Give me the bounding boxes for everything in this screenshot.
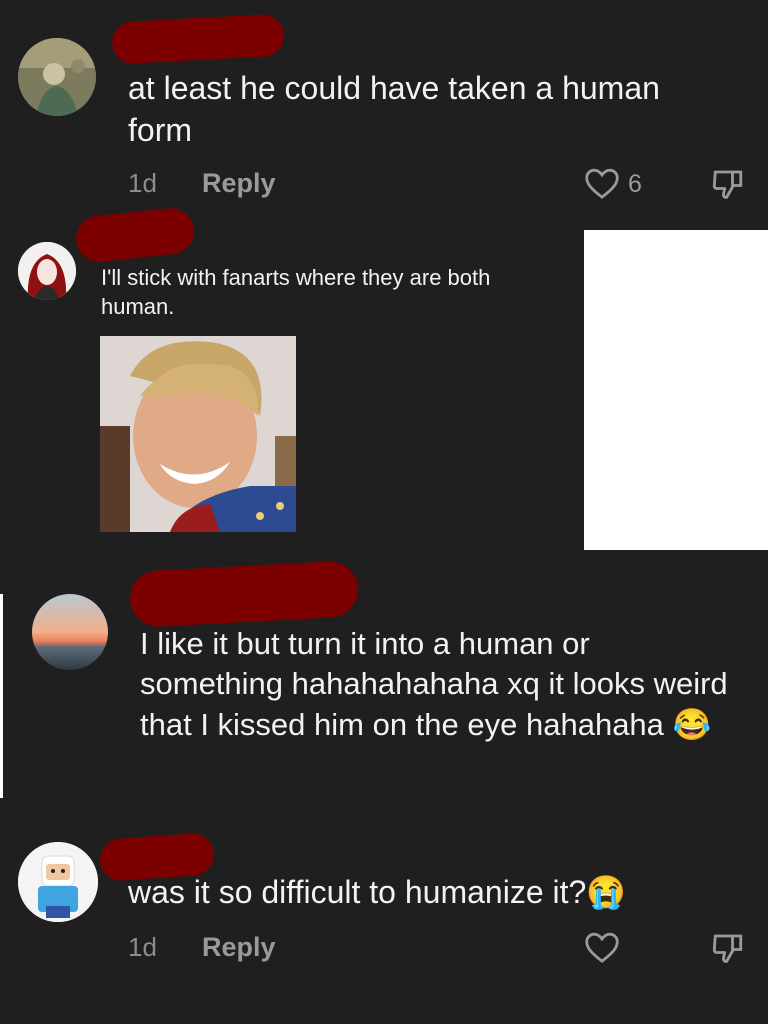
dislike-icon[interactable]	[710, 930, 746, 966]
redacted-username	[73, 205, 197, 265]
heart-icon[interactable]	[584, 932, 620, 964]
comment-text: I'll stick with fanarts where they are b…	[101, 265, 491, 319]
redacted-username	[111, 13, 285, 65]
comment-time: 1d	[128, 932, 157, 962]
dislike-icon[interactable]	[710, 166, 746, 202]
comment-text: I like it but turn it into a human or so…	[140, 626, 728, 742]
thread-indicator-line	[0, 594, 3, 798]
avatar[interactable]	[18, 38, 96, 116]
comment-text: at least he could have taken a human for…	[128, 70, 660, 148]
comment-text: was it so difficult to humanize it?😭	[128, 874, 627, 910]
reply-button[interactable]: Reply	[202, 932, 276, 963]
like-count: 6	[628, 170, 642, 198]
avatar[interactable]	[18, 242, 76, 300]
avatar[interactable]	[32, 594, 108, 670]
comment-time: 1d	[128, 168, 157, 198]
avatar[interactable]	[18, 842, 98, 922]
heart-icon[interactable]	[584, 168, 620, 200]
redacted-username	[128, 560, 360, 628]
white-overlay-panel	[584, 230, 768, 550]
comment-image[interactable]	[100, 336, 296, 532]
reply-button[interactable]: Reply	[202, 168, 276, 199]
